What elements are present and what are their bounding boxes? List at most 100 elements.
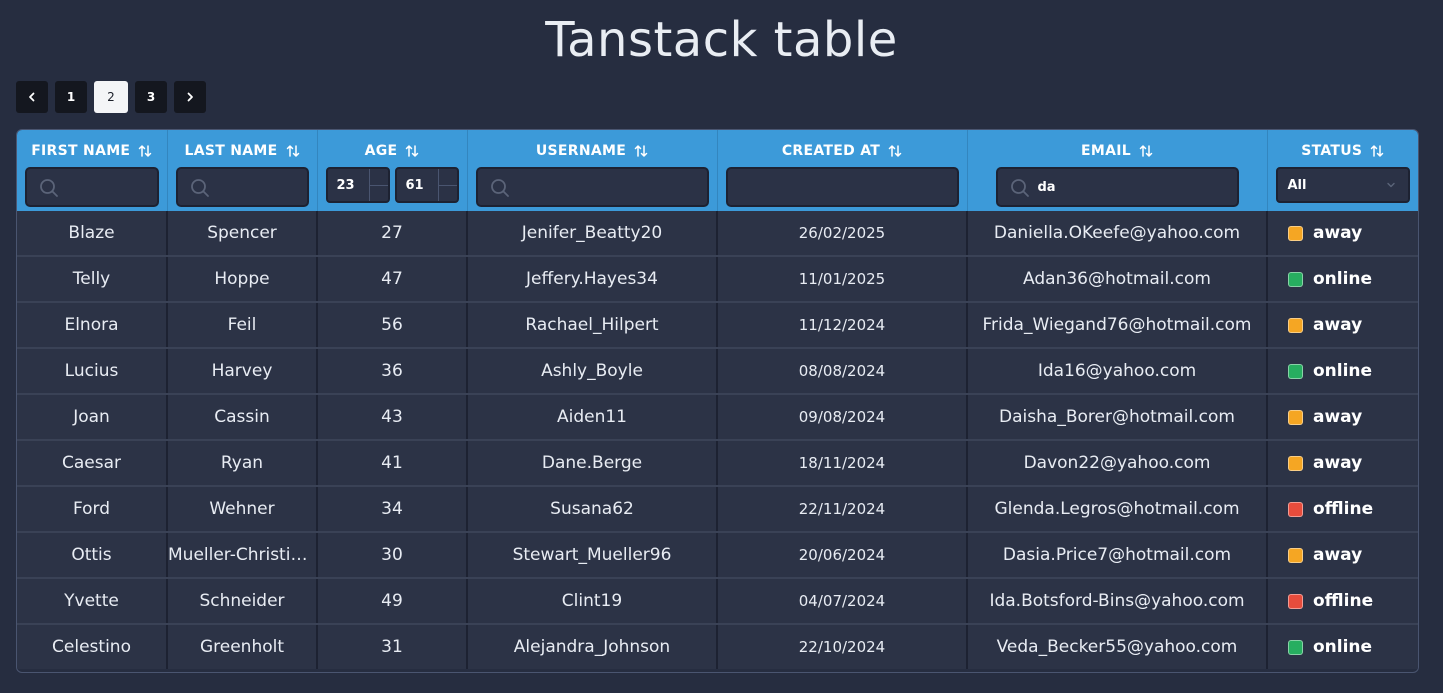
username-filter-input[interactable] [475,167,709,207]
status-indicator [1288,225,1303,241]
cell-last-name: Harvey [167,348,318,395]
column-header-age: AGE 23 61 [317,130,468,211]
sort-icon[interactable] [286,144,300,158]
cell-age: 31 [317,624,468,669]
cell-age: 43 [317,394,468,441]
column-header-created-at: CREATED AT [717,130,968,211]
last-name-filter-input[interactable] [175,167,309,207]
cell-first-name: Ottis [17,532,168,579]
cell-status: offline [1267,486,1418,533]
created-at-filter-input[interactable] [725,167,959,207]
cell-created-at: 20/06/2024 [717,532,968,579]
next-page-button[interactable] [174,81,206,113]
email-filter-input[interactable]: da [995,167,1239,207]
cell-status: offline [1267,578,1418,625]
data-table: FIRST NAME LAST NAME AGE 23 61 USERNAME [16,129,1419,673]
status-label: offline [1313,499,1374,519]
cell-created-at: 11/01/2025 [717,256,968,303]
status-label: away [1313,407,1363,427]
cell-status: away [1267,440,1418,487]
column-header-last-name: LAST NAME [167,130,318,211]
status-label: online [1313,361,1373,381]
status-indicator [1288,409,1303,425]
age-min-input[interactable]: 23 [325,167,390,203]
status-indicator [1288,593,1303,609]
column-label[interactable]: USERNAME [536,143,626,159]
sort-icon[interactable] [1139,144,1153,158]
table-row: Ottis Mueller-Christia... 30 Stewart_Muelle… [17,532,1418,579]
cell-username: Susana62 [467,486,718,533]
cell-email: Glenda.Legros@hotmail.com [967,486,1268,533]
status-indicator [1288,639,1303,655]
cell-age: 41 [317,440,468,487]
page-title: Tanstack table [545,12,898,68]
status-filter-select[interactable]: All [1275,167,1410,203]
cell-username: Stewart_Mueller96 [467,532,718,579]
cell-age: 27 [317,211,468,257]
cell-age: 47 [317,256,468,303]
status-indicator [1288,455,1303,471]
cell-first-name: Elnora [17,302,168,349]
cell-last-name: Wehner [167,486,318,533]
cell-first-name: Celestino [17,624,168,669]
cell-username: Alejandra_Johnson [467,624,718,669]
cell-first-name: Blaze [17,211,168,257]
column-label[interactable]: LAST NAME [184,143,277,159]
search-icon [40,179,58,197]
spinner-icon[interactable] [368,169,388,201]
status-label: away [1313,223,1363,243]
sort-icon[interactable] [888,144,902,158]
status-label: away [1313,315,1363,335]
search-icon [1010,179,1029,197]
prev-page-button[interactable] [16,81,48,113]
cell-username: Ashly_Boyle [467,348,718,395]
cell-first-name: Yvette [17,578,168,625]
spinner-icon[interactable] [437,169,457,201]
cell-last-name: Greenholt [167,624,318,669]
column-label[interactable]: AGE [365,143,398,159]
page-button-2[interactable]: 2 [94,81,128,113]
cell-email: Daniella.OKeefe@yahoo.com [967,211,1268,257]
table-row: Caesar Ryan 41 Dane.Berge 18/11/2024 Davon22@… [17,440,1418,487]
chevron-right-icon [187,92,193,102]
status-label: away [1313,453,1363,473]
page-button-1[interactable]: 1 [55,81,87,113]
column-header-status: STATUS All [1267,130,1418,211]
cell-first-name: Telly [17,256,168,303]
age-max-input[interactable]: 61 [394,167,459,203]
cell-email: Dasia.Price7@hotmail.com [967,532,1268,579]
table-row: Yvette Schneider 49 Clint19 04/07/2024 Ida.Bo… [17,578,1418,625]
column-label[interactable]: STATUS [1301,143,1362,159]
cell-created-at: 26/02/2025 [717,211,968,257]
cell-username: Rachael_Hilpert [467,302,718,349]
sort-icon[interactable] [138,144,152,158]
cell-status: online [1267,348,1418,395]
sort-icon[interactable] [634,144,648,158]
column-label[interactable]: EMAIL [1081,143,1131,159]
column-label[interactable]: CREATED AT [782,143,880,159]
table-row: Ford Wehner 34 Susana62 22/11/2024 Glenda.Leg… [17,486,1418,533]
first-name-filter-input[interactable] [25,167,159,207]
cell-email: Adan36@hotmail.com [967,256,1268,303]
cell-email: Ida.Botsford-Bins@yahoo.com [967,578,1268,625]
status-indicator [1288,547,1303,563]
status-label: online [1313,269,1373,289]
column-label[interactable]: FIRST NAME [31,143,130,159]
cell-last-name: Ryan [167,440,318,487]
sort-icon[interactable] [1370,144,1384,158]
table-row: Celestino Greenholt 31 Alejandra_Johnson 22/… [17,624,1418,669]
sort-icon[interactable] [405,144,419,158]
cell-first-name: Lucius [17,348,168,395]
cell-username: Jeffery.Hayes34 [467,256,718,303]
cell-email: Ida16@yahoo.com [967,348,1268,395]
status-label: online [1313,637,1373,657]
column-header-first-name: FIRST NAME [17,130,168,211]
cell-first-name: Ford [17,486,168,533]
column-header-username: USERNAME [467,130,718,211]
pagination: 1 2 3 [16,81,206,113]
table-row: Telly Hoppe 47 Jeffery.Hayes34 11/01/2025 Ada… [17,256,1418,303]
cell-status: online [1267,256,1418,303]
page-button-3[interactable]: 3 [135,81,167,113]
cell-status: away [1267,394,1418,441]
cell-username: Jenifer_Beatty20 [467,211,718,257]
